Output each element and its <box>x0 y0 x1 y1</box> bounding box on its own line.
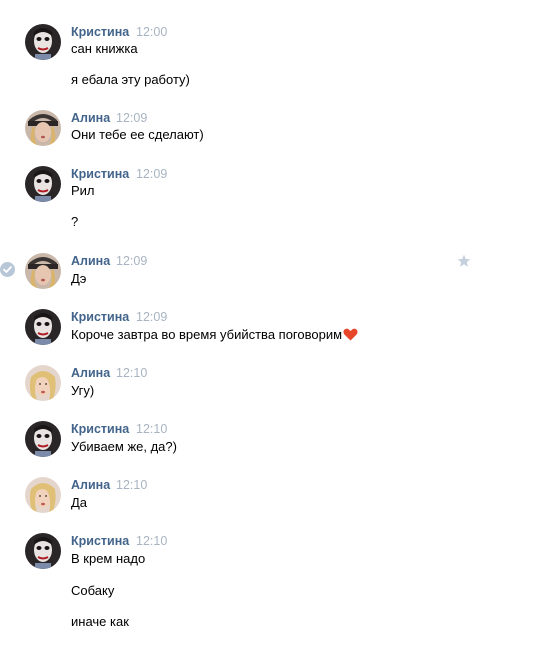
message-time[interactable]: 12:10 <box>116 365 147 381</box>
message-text: Дэ <box>71 271 87 286</box>
message-text: я ебала эту работу) <box>71 72 190 87</box>
message-text: Рил <box>71 183 95 198</box>
message-text: сан книжка <box>71 41 138 56</box>
message-time[interactable]: 12:09 <box>136 166 167 182</box>
message-text: Собаку <box>71 583 115 598</box>
message-author[interactable]: Кристина <box>71 24 129 40</box>
avatar-kristina[interactable] <box>25 309 61 345</box>
message-text: ? <box>71 214 79 229</box>
message-text: В крем надо <box>71 551 146 566</box>
message-author[interactable]: Алина <box>71 110 110 126</box>
heart-emoji-icon <box>343 328 358 341</box>
message-time[interactable]: 12:09 <box>116 253 147 269</box>
message-time[interactable]: 12:10 <box>136 533 167 549</box>
message-text: Угу) <box>71 383 95 398</box>
avatar-alina[interactable] <box>25 253 61 289</box>
message-text: Они тебе ее сделают) <box>71 127 204 142</box>
message-text: Да <box>71 495 88 510</box>
star-icon[interactable] <box>457 254 471 268</box>
message-text: Убиваем же, да?) <box>71 439 177 454</box>
message-author[interactable]: Кристина <box>71 533 129 549</box>
message-author[interactable]: Кристина <box>71 421 129 437</box>
avatar-alina[interactable] <box>25 365 61 401</box>
message-author[interactable]: Алина <box>71 477 110 493</box>
check-circle-icon[interactable] <box>0 262 15 277</box>
message-text: Короче завтра во время убийства поговори… <box>71 327 343 342</box>
message-time[interactable]: 12:09 <box>136 309 167 325</box>
message-author[interactable]: Алина <box>71 253 110 269</box>
avatar-alina[interactable] <box>25 477 61 513</box>
avatar-kristina[interactable] <box>25 166 61 202</box>
avatar-kristina[interactable] <box>25 24 61 60</box>
message-time[interactable]: 12:10 <box>116 477 147 493</box>
avatar-kristina[interactable] <box>25 421 61 457</box>
message-author[interactable]: Алина <box>71 365 110 381</box>
message-text: иначе как <box>71 614 129 629</box>
message-time[interactable]: 12:10 <box>136 421 167 437</box>
message-author[interactable]: Кристина <box>71 166 129 182</box>
message-time[interactable]: 12:09 <box>116 110 147 126</box>
message-text-row: Короче завтра во время убийства поговори… <box>71 326 358 343</box>
message-time[interactable]: 12:00 <box>136 24 167 40</box>
avatar-alina[interactable] <box>25 110 61 146</box>
avatar-kristina[interactable] <box>25 533 61 569</box>
message-author[interactable]: Кристина <box>71 309 129 325</box>
